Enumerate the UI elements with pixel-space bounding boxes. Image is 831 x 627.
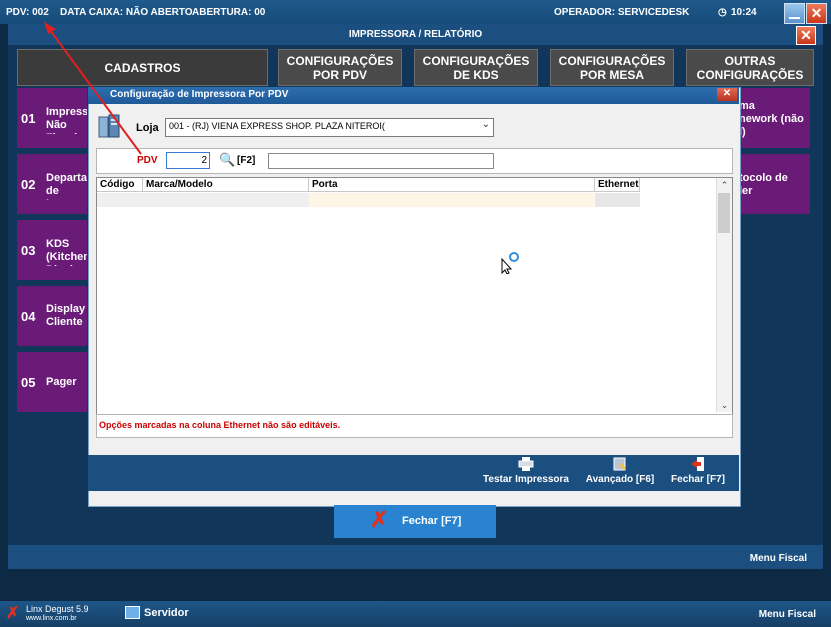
caixa-status: DATA CAIXA: NÃO ABERTO <box>60 7 193 18</box>
close-main-button[interactable]: ✗ Fechar [F7] <box>334 505 496 538</box>
clock-time: 10:24 <box>731 7 757 18</box>
menu-item-label: Impressora Não Fiscal <box>46 106 87 134</box>
printer-icon <box>97 113 122 139</box>
pdv-status: PDV: 002 <box>6 7 49 18</box>
status-bar: PDV: 002 DATA CAIXA: NÃO ABERTO ABERTURA… <box>0 0 831 24</box>
menu-item-right-2[interactable]: tocolo de ler <box>733 154 810 214</box>
menu-item-label: Display Cliente <box>46 303 86 328</box>
app-site: www.linx.com.br <box>26 615 77 622</box>
close-main-label: Fechar [F7] <box>402 515 462 527</box>
exit-icon <box>690 457 706 471</box>
grid-scrollbar[interactable]: ⌃ ⌄ <box>716 178 732 412</box>
loja-select-value: 001 - (RJ) VIENA EXPRESS SHOP. PLAZA NIT… <box>169 121 385 131</box>
menu-item-display-cliente[interactable]: 04 Display Cliente <box>17 286 87 346</box>
printer-icon <box>518 457 534 471</box>
menu-item-number: 01 <box>21 110 36 126</box>
server-label[interactable]: Servidor <box>144 607 189 619</box>
menu-item-label: ma nework (não l) <box>739 100 804 138</box>
settings-icon <box>612 457 628 471</box>
menu-item-departamento[interactable]: 02 Departamento de Impressão <box>17 154 87 214</box>
menu-item-right-1[interactable]: ma nework (não l) <box>733 88 810 148</box>
dialog-action-bar: Testar Impressora Avançado [F6] Fechar [… <box>88 455 739 491</box>
scroll-up-icon[interactable]: ⌃ <box>717 178 732 192</box>
tab-cadastros[interactable]: CADASTROS <box>17 49 268 86</box>
menu-item-pager[interactable]: 05 Pager <box>17 352 87 412</box>
grid-header-codigo[interactable]: Código <box>97 178 143 192</box>
main-footer: Menu Fiscal <box>8 545 823 569</box>
menu-item-number: 03 <box>21 242 36 258</box>
menu-item-label: Departamento de Impressão <box>46 172 87 200</box>
advanced-label: Avançado [F6] <box>585 474 655 485</box>
linx-logo-icon: ✗ <box>6 605 20 622</box>
test-printer-button[interactable]: Testar Impressora <box>478 455 574 485</box>
menu-item-label: KDS (Kitchen Display <box>46 238 87 266</box>
dialog-title: Configuração de Impressora Por PDV <box>110 89 289 100</box>
grid-row-cell[interactable] <box>595 193 640 207</box>
test-printer-label: Testar Impressora <box>483 474 569 485</box>
grid-header-porta[interactable]: Porta <box>309 178 595 192</box>
menu-fiscal-link[interactable]: Menu Fiscal <box>750 553 807 564</box>
search-icon[interactable]: 🔍 <box>219 152 235 168</box>
grid-header-marca[interactable]: Marca/Modelo <box>143 178 309 192</box>
menu-item-impressora[interactable]: 01 Impressora Não Fiscal <box>17 88 87 148</box>
minimize-button[interactable] <box>784 3 805 24</box>
menu-fiscal-footer[interactable]: Menu Fiscal <box>759 609 816 620</box>
menu-item-number: 04 <box>21 308 36 324</box>
tab-config-kds[interactable]: CONFIGURAÇÕES DE KDS <box>414 49 538 86</box>
printer-grid[interactable]: Código Marca/Modelo Porta Ethernet ⌃ ⌄ <box>96 177 733 415</box>
busy-cursor-icon <box>501 252 521 275</box>
chevron-down-icon: ⌄ <box>481 119 490 130</box>
loja-select[interactable]: 001 - (RJ) VIENA EXPRESS SHOP. PLAZA NIT… <box>165 118 494 137</box>
f2-shortcut-label: [F2] <box>237 155 256 166</box>
scroll-down-icon[interactable]: ⌄ <box>717 398 732 412</box>
close-x-icon: ✗ <box>370 507 389 532</box>
operator-status: OPERADOR: SERVICEDESK <box>554 7 690 18</box>
app-footer: ✗ Linx Degust 5.9 www.linx.com.br Servid… <box>0 601 831 627</box>
dialog-close-action-button[interactable]: Fechar [F7] <box>668 455 728 485</box>
pdv-label: PDV <box>137 155 158 166</box>
close-app-button[interactable]: ✕ <box>806 3 827 24</box>
clock-icon: ◷ <box>718 7 727 18</box>
tab-config-pdv[interactable]: CONFIGURAÇÕES POR PDV <box>278 49 402 86</box>
app-version: Linx Degust 5.9 <box>26 604 89 614</box>
pdv-description-field[interactable] <box>268 153 494 169</box>
tab-config-mesa[interactable]: CONFIGURAÇÕES POR MESA <box>550 49 674 86</box>
dialog-close-label: Fechar [F7] <box>671 474 725 485</box>
ethernet-note: Opções marcadas na coluna Ethernet não s… <box>99 420 341 430</box>
advanced-button[interactable]: Avançado [F6] <box>582 455 658 485</box>
menu-item-label: Pager <box>46 376 77 388</box>
loja-label: Loja <box>136 122 159 134</box>
dialog-close-button[interactable]: ✕ <box>717 88 737 101</box>
grid-header-ethernet[interactable]: Ethernet <box>595 178 640 192</box>
menu-item-kds[interactable]: 03 KDS (Kitchen Display <box>17 220 87 280</box>
menu-item-number: 02 <box>21 176 36 192</box>
menu-item-number: 05 <box>21 374 36 390</box>
close-window-button[interactable]: ✕ <box>796 26 816 45</box>
grid-row-cell[interactable] <box>309 193 595 207</box>
dialog-titlebar: Configuração de Impressora Por PDV ✕ <box>88 87 739 104</box>
grid-row-cell[interactable] <box>97 193 309 207</box>
menu-item-label: tocolo de ler <box>739 172 788 197</box>
scroll-thumb[interactable] <box>718 193 730 233</box>
abertura-status: ABERTURA: 00 <box>192 7 266 18</box>
pdv-input[interactable]: 2 <box>166 152 210 169</box>
tab-outras-config[interactable]: OUTRAS CONFIGURAÇÕES <box>686 49 814 86</box>
monitor-icon <box>125 606 140 619</box>
window-title: IMPRESSORA / RELATÓRIO <box>8 24 823 45</box>
